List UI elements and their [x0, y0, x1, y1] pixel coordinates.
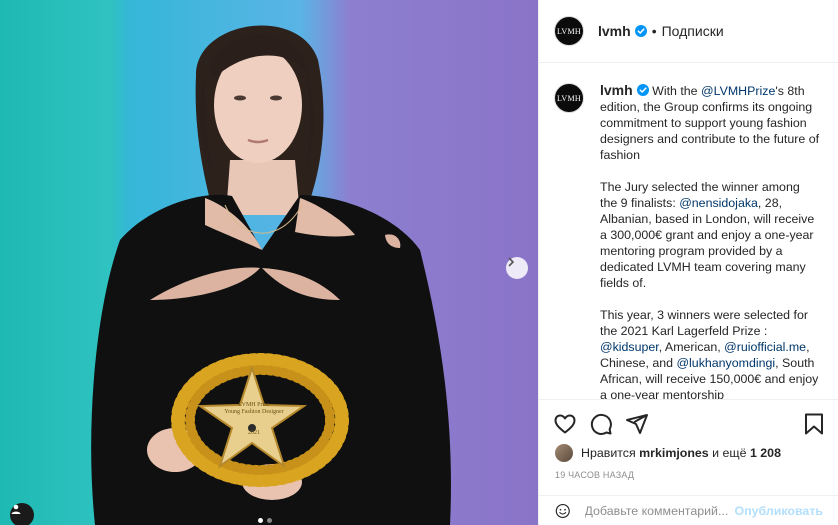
comment-input[interactable] — [584, 503, 735, 518]
tagged-users-button[interactable] — [10, 503, 34, 525]
avatar-text: LVMH — [556, 93, 582, 103]
bookmark-icon — [805, 413, 823, 435]
post-side-panel: LVMH lvmh • Подписки LVMH lvmh With the … — [538, 0, 838, 525]
share-button[interactable] — [624, 411, 650, 437]
caption-paragraph-3: This year, 3 winners were selected for t… — [600, 307, 820, 399]
mention-link[interactable]: @ruiofficial.me — [724, 340, 806, 354]
post-timestamp[interactable]: 19 ЧАСОВ НАЗАД — [539, 464, 838, 490]
trophy-line-3: 2021 — [248, 430, 260, 436]
trophy-line-2: Young Fashion Designer — [224, 409, 284, 415]
post-photo[interactable]: LVMH Prize Young Fashion Designer 2021 — [0, 0, 538, 525]
post-actions: Нравится mrkimjones и ещё 1 208 19 ЧАСОВ… — [539, 399, 838, 525]
emoji-icon[interactable] — [555, 500, 571, 522]
chevron-right-icon — [508, 257, 515, 267]
caption-text-run: , 28, Albanian, based in London, will re… — [600, 196, 815, 290]
share-icon — [626, 414, 648, 434]
user-tag-icon — [11, 504, 21, 514]
mention-link[interactable]: @nensidojaka — [679, 196, 758, 210]
liker-username[interactable]: mrkimjones — [639, 446, 709, 460]
save-button[interactable] — [801, 411, 827, 437]
heart-icon — [554, 414, 576, 434]
post-username[interactable]: lvmh — [598, 23, 631, 39]
publish-button[interactable]: Опубликовать — [735, 504, 823, 518]
likes-middle: и ещё — [712, 446, 747, 460]
avatar[interactable]: LVMH — [554, 16, 584, 46]
comment-bar: Опубликовать — [539, 495, 838, 525]
caption-avatar[interactable]: LVMH — [554, 83, 584, 113]
avatar-text: LVMH — [556, 26, 582, 36]
like-button[interactable] — [552, 411, 578, 437]
mention-link[interactable]: @lukhanyomdingi — [676, 356, 775, 370]
carousel-dot — [267, 518, 272, 523]
likes-count[interactable]: 1 208 — [750, 446, 781, 460]
caption-paragraph-2: The Jury selected the winner among the 9… — [600, 179, 820, 291]
likes-prefix: Нравится — [581, 446, 636, 460]
post-header: LVMH lvmh • Подписки — [539, 0, 838, 63]
header-separator: • — [651, 23, 657, 39]
trophy-engraving: LVMH Prize Young Fashion Designer 2021 — [222, 402, 286, 437]
carousel-indicator — [258, 518, 272, 523]
comment-icon — [590, 413, 612, 435]
liker-avatar[interactable] — [555, 444, 573, 462]
photo-illustration — [91, 25, 451, 525]
verified-badge-icon — [634, 25, 647, 37]
action-bar — [539, 400, 838, 440]
caption-text: lvmh With the @LVMHPrize's 8th edition, … — [600, 82, 820, 399]
caption-section: LVMH lvmh With the @LVMHPrize's 8th edit… — [539, 64, 838, 399]
caption-text-run: This year, 3 winners were selected for t… — [600, 308, 808, 338]
following-button[interactable]: Подписки — [662, 23, 724, 39]
caption-text-run: With the — [648, 84, 702, 98]
caption-username[interactable]: lvmh — [600, 82, 633, 98]
caption-text-run: , American, — [658, 340, 725, 354]
caption-paragraph-1: lvmh With the @LVMHPrize's 8th edition, … — [600, 82, 820, 163]
likes-summary: Нравится mrkimjones и ещё 1 208 — [539, 440, 838, 464]
comment-button[interactable] — [588, 411, 614, 437]
next-image-button[interactable] — [506, 257, 528, 279]
mention-link[interactable]: @kidsuper — [600, 340, 659, 354]
verified-badge-icon — [636, 84, 649, 96]
carousel-dot-active — [258, 518, 263, 523]
trophy-line-1: LVMH Prize — [238, 402, 270, 408]
mention-link[interactable]: @LVMHPrize — [701, 84, 775, 98]
